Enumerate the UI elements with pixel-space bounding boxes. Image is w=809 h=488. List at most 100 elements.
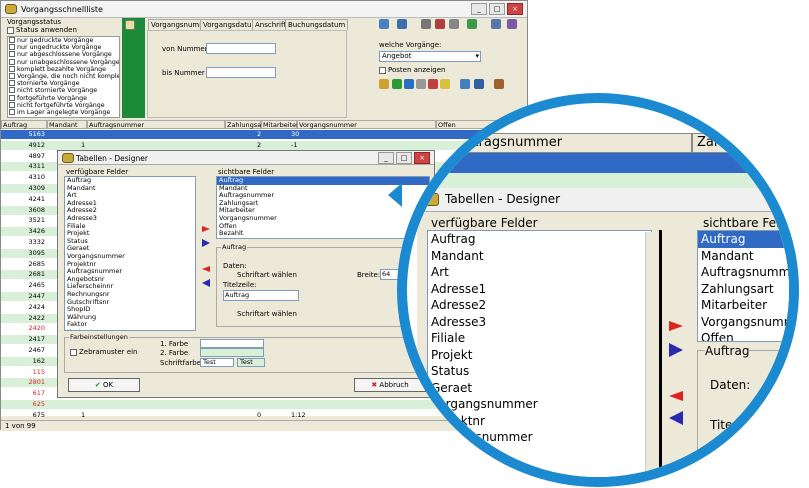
status-checkbox[interactable] [9,44,15,51]
clip-icon[interactable] [416,79,426,89]
field-list-item[interactable]: Adresse1 [428,281,651,298]
status-checkbox[interactable] [9,87,15,94]
status-anwenden-checkbox[interactable]: Status anwenden [7,26,77,34]
status-list-item[interactable]: stornierte Vorgänge [8,80,119,87]
titelzeile-input[interactable]: Auftrag [223,290,299,301]
field-list-item[interactable]: Adresse2 [428,297,651,314]
zoom-remove-arrow-icon[interactable] [669,391,683,401]
exit-icon[interactable] [507,19,517,29]
remove-field-arrow-icon[interactable] [202,266,210,272]
status-checkbox[interactable] [9,80,15,87]
field-list-item[interactable]: Projektnr [428,413,651,430]
status-list-item[interactable]: nur gedruckte Vorgänge [8,37,119,44]
field-list-item[interactable]: Auftrag [698,231,789,248]
field-list-item[interactable]: Filiale [428,330,651,347]
close-button[interactable]: × [507,3,523,15]
field-list-item[interactable]: Mandant [428,248,651,265]
schriftart-button-2[interactable]: Schriftart wählen [237,310,297,318]
status-list-item[interactable]: nicht fortgeführte Vorgänge [8,101,119,109]
status-list[interactable]: nur gedruckte Vorgänge nur ungedruckte Vo… [7,36,120,118]
maximize-button[interactable]: □ [489,3,505,15]
field-list-item[interactable]: Konto [65,328,195,330]
farbe2-field[interactable] [200,348,264,357]
status-checkbox[interactable] [9,101,15,108]
status-list-item[interactable]: nicht stornierte Vorgänge [8,87,119,94]
field-list-item[interactable]: Mitarbeiter [698,297,789,314]
field-list-item[interactable]: Offen [698,330,789,341]
field-list-item[interactable]: Art [428,264,651,281]
delete-icon[interactable] [435,19,445,29]
remove-all-arrow-icon[interactable] [202,279,210,287]
posten-anzeigen-checkbox[interactable]: Posten anzeigen [379,66,445,74]
status-list-item[interactable]: nur abgeschlossene Vorgänge [8,51,119,58]
schriftfarbe-test-2[interactable]: Test [237,358,265,367]
copy-icon[interactable] [449,19,459,29]
status-checkbox[interactable] [9,94,15,101]
field-list-item[interactable]: Lieferscheinnr [428,462,651,477]
available-fields-list[interactable]: Auftrag Mandant Art Adresse1 Adresse2 Adresse… [64,176,196,331]
zoom-add-arrow-icon[interactable] [669,321,683,331]
export-icon[interactable] [467,19,477,29]
tab-buchungsdatum[interactable]: Buchungsdatum [285,19,349,30]
column-header[interactable]: Auftrag [1,120,47,129]
status-checkbox[interactable] [9,72,15,79]
save-icon[interactable] [404,79,414,89]
edit-icon[interactable] [379,19,389,29]
check-icon[interactable] [392,79,402,89]
zoom-available-list[interactable]: Auftrag Mandant Art Adresse1 Adresse2 Adresse… [427,230,652,488]
vorgang-select[interactable]: Angebot ▾ [379,51,481,62]
minimize-button[interactable]: _ [471,3,487,15]
field-list-item[interactable]: Auftrag [428,231,651,248]
flag-icon[interactable] [428,79,438,89]
tool-icon[interactable] [379,79,389,89]
zebramuster-checkbox[interactable]: Zebramuster ein [70,348,137,356]
ok-button[interactable]: ✔ OK [68,378,140,392]
field-list-item[interactable]: Adresse3 [428,314,651,331]
wand-icon[interactable] [440,79,450,89]
status-list-item[interactable]: nur unabgeschlossene Vorgänge [8,58,119,66]
schriftart-button[interactable]: Schriftart wählen [237,271,297,279]
field-list-item[interactable]: Zahlungsart [698,281,789,298]
print-icon[interactable] [421,19,431,29]
column-header[interactable]: Mitarbeiter [261,120,299,129]
sort-icon[interactable] [397,19,407,29]
column-header[interactable]: Auftragsnummer [87,120,225,129]
field-list-item[interactable]: Vorgangsnummer [698,314,789,331]
schriftfarbe-test-1[interactable]: Test [200,358,234,367]
image-icon[interactable] [474,79,484,89]
field-list-item[interactable]: Mandant [698,248,789,265]
add-all-arrow-icon[interactable] [202,239,210,247]
status-list-item[interactable]: im Lager angelegte Vorgänge [8,108,119,116]
field-list-item[interactable]: Vorgangsnummer [428,396,651,413]
status-list-item[interactable]: fortgeführte Vorgänge [8,94,119,102]
zoom-remove-all-arrow-icon[interactable] [669,411,683,425]
field-list-item[interactable]: Status [428,363,651,380]
field-list-item[interactable]: Bezahlt [217,230,429,238]
field-list-item[interactable]: Angebotsnr [428,446,651,463]
field-list-item[interactable]: Auftragsnummer [428,429,651,446]
field-list-item[interactable]: Vorgangsnummer [217,214,429,223]
field-list-item[interactable]: Offen [217,222,429,231]
note-icon[interactable] [460,79,470,89]
book-icon[interactable] [494,79,504,89]
zoom-add-all-arrow-icon[interactable] [669,343,683,357]
status-checkbox[interactable] [9,51,15,58]
tab-anschrift[interactable]: Anschrift [252,19,290,30]
column-header[interactable]: Zahlungsart [225,120,266,129]
field-list-item[interactable]: Auftragsnummer [698,264,789,281]
add-field-arrow-icon[interactable] [202,226,210,232]
field-list-item[interactable]: Mandant [65,184,195,193]
status-checkbox[interactable] [9,65,15,72]
help-icon[interactable] [491,19,501,29]
farbe1-field[interactable] [200,339,264,348]
bis-nummer-input[interactable] [206,67,276,78]
status-list-item[interactable]: Vorgänge, die noch nicht komplett [8,72,119,80]
zoom-visible-list[interactable]: Auftrag Mandant Auftragsnummer Zahlungsart M… [697,230,789,342]
von-nummer-input[interactable] [206,43,276,54]
filter-icon[interactable] [125,20,135,30]
field-list-item[interactable]: Rechnungsnr [428,479,651,488]
status-checkbox[interactable] [9,108,15,115]
dialog-minimize-button[interactable]: _ [378,152,394,164]
field-list-item[interactable]: Projekt [428,347,651,364]
field-list-item[interactable]: Geraet [428,380,651,397]
